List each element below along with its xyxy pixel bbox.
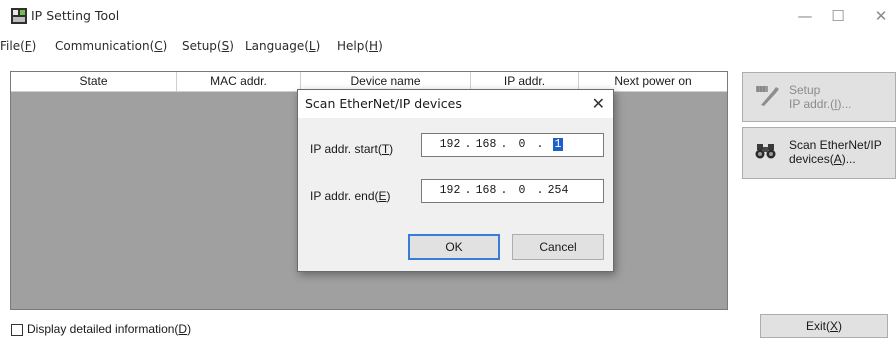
- menu-setup[interactable]: Setup(S): [182, 39, 234, 53]
- scan-devices-button[interactable]: Scan EtherNet/IP devices(A)...: [742, 127, 896, 179]
- ok-button[interactable]: OK: [408, 234, 500, 260]
- setup-ip-label: Setup IP addr.(I)...: [789, 83, 852, 111]
- window-title: IP Setting Tool: [31, 8, 120, 23]
- scan-dialog: Scan EtherNet/IP devices ✕ IP addr. star…: [297, 89, 614, 272]
- ip-start-octet-1[interactable]: 192: [436, 138, 464, 151]
- ip-start-label: IP addr. start(T): [310, 142, 394, 156]
- menu-file[interactable]: File(F): [0, 39, 36, 53]
- ip-end-octet-2[interactable]: 168: [472, 184, 500, 197]
- app-icon: [11, 8, 27, 24]
- menu-language[interactable]: Language(L): [245, 39, 320, 53]
- scan-devices-label: Scan EtherNet/IP devices(A)...: [789, 138, 882, 166]
- dialog-title: Scan EtherNet/IP devices: [305, 96, 462, 111]
- column-header-mac[interactable]: MAC addr.: [177, 72, 301, 92]
- binoculars-icon: [755, 144, 776, 159]
- menu-help[interactable]: Help(H): [337, 39, 383, 53]
- ip-start-octet-3[interactable]: 0: [508, 138, 536, 151]
- ip-end-octet-3[interactable]: 0: [508, 184, 536, 197]
- ip-start-octet-4[interactable]: 1: [544, 138, 572, 151]
- cancel-button[interactable]: Cancel: [512, 234, 604, 260]
- detail-info-label[interactable]: Display detailed information(D): [27, 322, 191, 336]
- ip-end-field[interactable]: 192 . 168 . 0 . 254: [421, 179, 604, 203]
- close-button[interactable]: ✕: [858, 0, 896, 32]
- maximize-button[interactable]: ☐: [815, 0, 861, 32]
- ip-start-octet-2[interactable]: 168: [472, 138, 500, 151]
- ip-start-field[interactable]: 192 . 168 . 0 . 1: [421, 133, 604, 157]
- dialog-close-icon[interactable]: ✕: [592, 94, 605, 113]
- exit-button[interactable]: Exit(X): [760, 314, 888, 338]
- ip-end-octet-1[interactable]: 192: [436, 184, 464, 197]
- dialog-title-bar: Scan EtherNet/IP devices ✕: [298, 90, 613, 118]
- ip-end-label: IP addr. end(E): [310, 189, 391, 203]
- column-header-state[interactable]: State: [11, 72, 177, 92]
- detail-info-checkbox[interactable]: [11, 324, 23, 336]
- setup-ip-button[interactable]: Setup IP addr.(I)...: [742, 72, 896, 122]
- wrench-icon: [756, 86, 779, 106]
- menu-communication[interactable]: Communication(C): [55, 39, 167, 53]
- ip-end-octet-4[interactable]: 254: [544, 184, 572, 197]
- title-bar: IP Setting Tool — ☐ ✕: [0, 0, 896, 32]
- ip-start-octet-4-selected: 1: [552, 138, 564, 151]
